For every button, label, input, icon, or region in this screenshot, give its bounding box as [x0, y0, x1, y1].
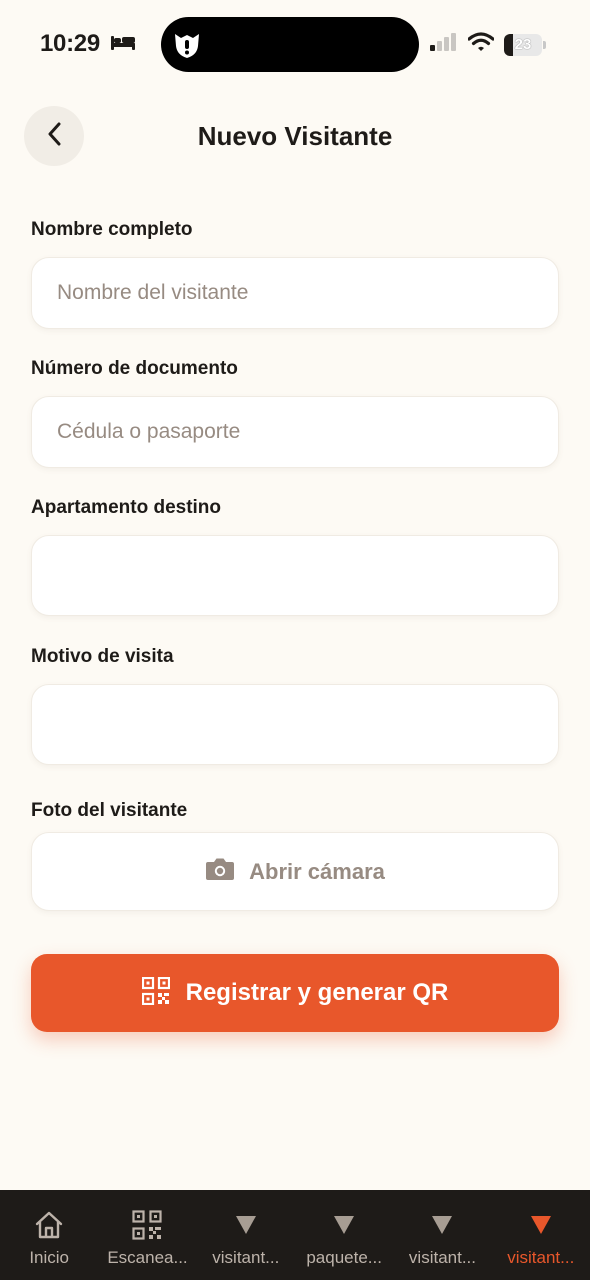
bottom-tab-bar: Inicio Escanea... visitant... paquete...…: [0, 1190, 590, 1280]
tab-label: paquete...: [306, 1248, 382, 1267]
tab-inicio[interactable]: Inicio: [0, 1190, 98, 1280]
triangle-down-icon: [334, 1216, 355, 1234]
tab-paquetes[interactable]: paquete...: [295, 1190, 393, 1280]
tab-label: visitant...: [408, 1248, 477, 1267]
status-right: 23: [430, 32, 546, 57]
register-generate-qr-button[interactable]: Registrar y generar QR: [31, 954, 559, 1032]
status-time: 10:29: [40, 30, 100, 57]
tab-visitantes-1[interactable]: visitant...: [197, 1190, 295, 1280]
tab-label: visitant...: [507, 1248, 575, 1267]
triangle-down-icon: [530, 1216, 551, 1234]
open-camera-label: Abrir cámara: [249, 858, 385, 884]
apartment-field-container: [31, 535, 559, 616]
tab-visitantes-3-active[interactable]: visitant...: [492, 1190, 590, 1280]
document-label: Número de documento: [31, 358, 238, 379]
status-bar: 10:29 23: [0, 0, 590, 90]
open-camera-button[interactable]: Abrir cámara: [31, 832, 559, 911]
battery-nub: [543, 40, 546, 49]
bed-icon: [110, 33, 136, 56]
apartment-input[interactable]: [32, 536, 558, 615]
tab-escanear[interactable]: Escanea...: [98, 1190, 196, 1280]
page-title: Nuevo Visitante: [197, 121, 393, 151]
name-field-container: [31, 257, 559, 329]
triangle-down-icon: [432, 1216, 453, 1234]
document-input[interactable]: [32, 397, 558, 467]
dynamic-island: [161, 17, 419, 72]
status-left: 10:29: [40, 30, 136, 58]
qr-code-icon: [141, 976, 170, 1010]
name-label: Nombre completo: [31, 219, 193, 240]
home-icon: [33, 1208, 65, 1242]
battery-level: 23: [514, 36, 532, 53]
app-mascot-icon: [171, 28, 203, 60]
reason-field-container: [31, 684, 559, 765]
qr-scan-icon: [132, 1208, 163, 1242]
reason-label: Motivo de visita: [31, 646, 174, 667]
tab-visitantes-2[interactable]: visitant...: [393, 1190, 491, 1280]
register-generate-qr-label: Registrar y generar QR: [185, 979, 449, 1006]
battery-icon: 23: [504, 33, 542, 56]
name-input[interactable]: [32, 258, 558, 328]
apartment-label: Apartamento destino: [31, 497, 222, 518]
triangle-down-icon: [235, 1216, 256, 1234]
camera-icon: [205, 857, 235, 886]
tab-label: visitant...: [212, 1248, 280, 1267]
tab-label: Inicio: [29, 1248, 69, 1267]
tab-label: Escanea...: [107, 1248, 188, 1267]
reason-input[interactable]: [32, 685, 558, 764]
signal-icon: [430, 33, 458, 56]
document-field-container: [31, 396, 559, 468]
photo-label: Foto del visitante: [31, 800, 188, 821]
wifi-icon: [467, 32, 495, 57]
